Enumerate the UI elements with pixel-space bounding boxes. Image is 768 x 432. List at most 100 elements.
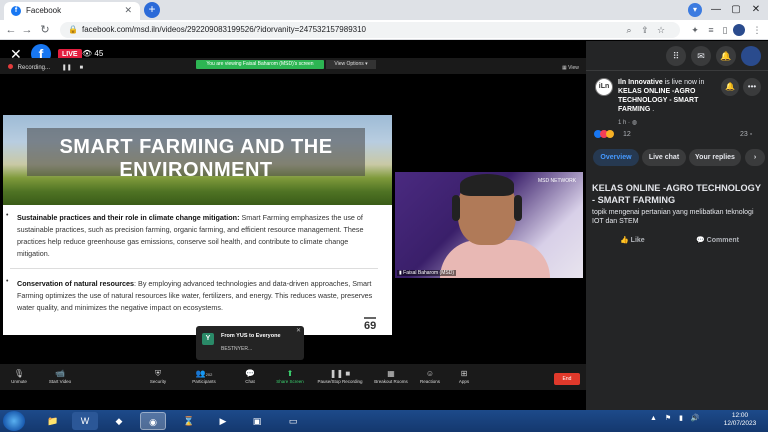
zoom-taskbar-icon[interactable]: ▶: [210, 412, 236, 430]
tab-live-chat[interactable]: Live chat: [642, 149, 686, 166]
reading-list-icon[interactable]: ≡: [704, 22, 718, 38]
extensions-puzzle-icon[interactable]: ✦: [688, 22, 702, 38]
chrome-menu-icon[interactable]: ⋮: [750, 22, 764, 38]
media-taskbar-icon[interactable]: ▣: [244, 412, 270, 430]
reactions-label: Reactions: [419, 379, 440, 384]
post-header: Iln Innovative is live now in KELAS ONLI…: [618, 78, 718, 114]
page-avatar[interactable]: iLn: [595, 78, 613, 96]
speaker-background-logo: MSD NETWORK: [538, 178, 577, 184]
start-button-windows-icon[interactable]: [3, 411, 25, 431]
start-video-button[interactable]: 📹 Start Video: [36, 368, 84, 384]
system-tray-icons[interactable]: ▲ ⚑ ▮ 🔊: [650, 414, 703, 422]
speaker-name-label: ▮ Faisal Baharom (MSD): [397, 270, 456, 276]
zoom-lens-icon[interactable]: ⌕: [622, 22, 636, 38]
speaker-name: Faisal Baharom (MSD): [403, 270, 454, 276]
more-options-icon[interactable]: •••: [743, 78, 761, 96]
reload-icon[interactable]: ↻: [38, 22, 52, 38]
file-explorer-icon[interactable]: 📁: [40, 412, 66, 430]
view-options-dropdown[interactable]: View Options ▾: [326, 60, 376, 69]
recording-indicator: Recording... ❚❚ ■: [8, 64, 83, 71]
participants-button[interactable]: 👥202 Participants: [180, 368, 228, 384]
share-page-icon[interactable]: ⇪: [638, 22, 652, 38]
security-label: Security: [149, 379, 167, 384]
bullet-2-heading: Conservation of natural resources: [17, 279, 135, 288]
chat-popup-close-icon[interactable]: ✕: [296, 327, 301, 334]
notifications-bell-icon[interactable]: 🔔: [716, 46, 736, 66]
apps-icon: ⊞: [460, 369, 468, 378]
group-name-link[interactable]: KELAS ONLINE -AGRO TECHNOLOGY - SMART FA…: [618, 88, 698, 113]
hourglass-taskbar-icon[interactable]: ⌛: [176, 412, 202, 430]
comment-count-value: 23: [740, 131, 748, 138]
clock-date: 12/07/2023: [723, 420, 757, 427]
facebook-favicon-icon: f: [11, 6, 21, 16]
share-screen-button[interactable]: ⬆ Share Screen: [266, 368, 314, 384]
chat-label: Chat: [245, 379, 255, 384]
comment-button[interactable]: 💬 Comment: [696, 236, 739, 244]
recording-dot-icon: [8, 64, 13, 69]
forward-arrow-icon[interactable]: →: [20, 22, 34, 38]
share-screen-label: Share Screen: [276, 379, 304, 384]
viewer-count: 👁 45: [82, 49, 103, 58]
chat-message-preview: BESTNYER...: [221, 346, 253, 352]
account-avatar[interactable]: [741, 46, 761, 66]
menu-grid-icon[interactable]: ⠿: [666, 46, 686, 66]
tab-close-icon[interactable]: ✕: [124, 5, 132, 16]
stop-icon[interactable]: ■: [79, 65, 83, 71]
word-icon[interactable]: W: [72, 412, 98, 430]
bookmark-star-icon[interactable]: ☆: [654, 22, 668, 38]
share-screen-arrow-icon: ⬆: [286, 369, 294, 378]
apps-label: Apps: [458, 379, 470, 384]
chat-sender-avatar: Y: [202, 333, 214, 345]
page-name-link[interactable]: Iln Innovative: [618, 79, 663, 86]
tab-search-icon[interactable]: ▾: [688, 3, 702, 17]
eye-icon: 👁: [82, 49, 93, 58]
follow-bell-icon[interactable]: 🔔: [721, 78, 739, 96]
breakout-rooms-label: Breakout Rooms: [374, 379, 408, 384]
comment-count[interactable]: 23 ▫: [740, 131, 752, 138]
pause-icon[interactable]: ❚❚: [62, 65, 72, 71]
pause-stop-recording-button[interactable]: ❚❚ ■ Pause/Stop Recording: [308, 368, 372, 384]
messenger-icon[interactable]: ✉: [691, 46, 711, 66]
participants-count: 202: [205, 372, 213, 377]
folder-taskbar-icon[interactable]: ▭: [280, 412, 306, 430]
post-timestamp: 1 h · ◍: [618, 119, 637, 126]
headset-left: [452, 195, 460, 221]
reaction-icons[interactable]: [594, 130, 614, 140]
care-reaction-icon: [606, 130, 614, 138]
window-close-button[interactable]: ✕: [746, 2, 766, 18]
end-meeting-button[interactable]: End: [554, 373, 580, 385]
chrome-taskbar-icon[interactable]: ◉: [140, 412, 166, 430]
chat-sender-label: From YUS to Everyone: [221, 333, 281, 339]
browser-tab-facebook[interactable]: f Facebook ✕: [4, 2, 140, 20]
taskbar-app-icon[interactable]: ◆: [106, 412, 132, 430]
back-arrow-icon[interactable]: ←: [4, 22, 18, 38]
security-button[interactable]: ⛨ Security: [134, 368, 182, 384]
headset-right: [514, 195, 522, 221]
like-button[interactable]: 👍 Like: [620, 236, 645, 244]
live-now-text: is live now in: [662, 79, 705, 86]
tab-your-replies[interactable]: Your replies: [689, 149, 741, 166]
window-minimize-button[interactable]: —: [706, 2, 726, 18]
comment-label: Comment: [706, 237, 739, 244]
profile-avatar[interactable]: [733, 24, 745, 36]
bullet-1-heading: Sustainable practices and their role in …: [17, 213, 240, 222]
window-maximize-button[interactable]: ▢: [726, 2, 746, 18]
video-title: KELAS ONLINE -AGRO TECHNOLOGY - SMART FA…: [592, 183, 761, 205]
reaction-count[interactable]: 12: [623, 131, 631, 138]
apps-button[interactable]: ⊞ Apps: [440, 368, 488, 384]
shield-icon: ⛨: [155, 369, 161, 378]
tab-overview[interactable]: Overview: [593, 149, 639, 166]
post-time: 1 h ·: [618, 120, 632, 126]
new-tab-button[interactable]: +: [144, 2, 160, 18]
side-panel-icon[interactable]: ▯: [718, 22, 732, 38]
address-bar[interactable]: 🔒 facebook.com/msd.iln/videos/2922090831…: [60, 22, 680, 38]
speaker-body: [440, 240, 550, 278]
participants-label: Participants: [192, 379, 216, 384]
tabs-next-chevron-icon[interactable]: ›: [745, 149, 765, 166]
system-clock[interactable]: 12:00 12/07/2023: [720, 412, 760, 428]
thumbs-up-icon: 👍: [620, 237, 631, 244]
slide-divider: [10, 268, 378, 269]
view-button[interactable]: ▦ View: [562, 65, 579, 71]
video-description: topik mengenai pertanian yang melibatkan…: [592, 209, 754, 225]
view-button-label: View: [568, 65, 579, 71]
